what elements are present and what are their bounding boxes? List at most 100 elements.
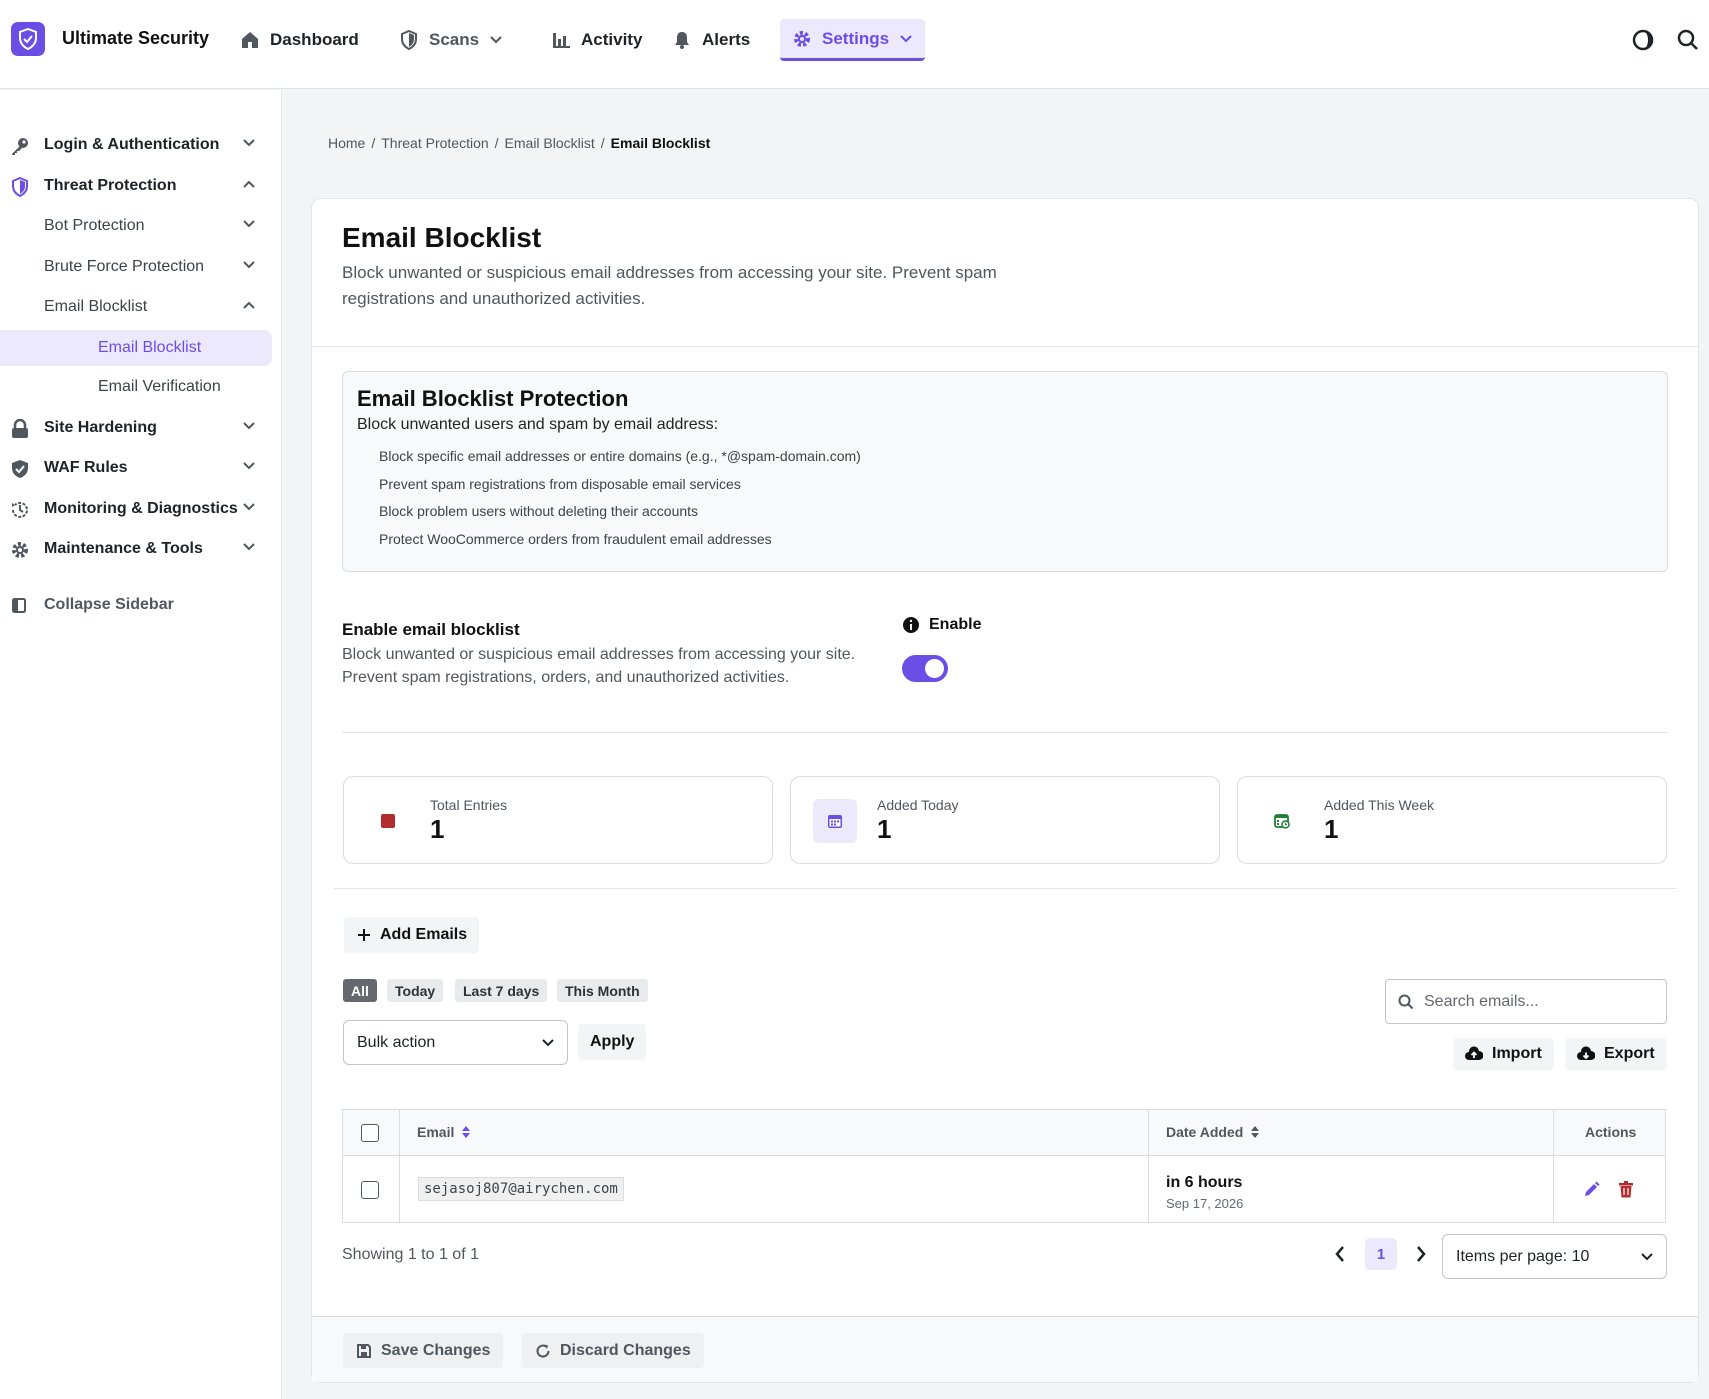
stat-label: Added Today: [877, 797, 959, 813]
enable-blocklist-toggle[interactable]: [902, 655, 948, 682]
sidebar-item-label: Email Verification: [98, 378, 221, 395]
sidebar-item-label: Login & Authentication: [44, 136, 220, 153]
items-per-page-select[interactable]: Items per page: 10: [1442, 1234, 1667, 1279]
search-icon: [1398, 994, 1414, 1010]
edit-icon[interactable]: [1583, 1181, 1600, 1198]
nav-settings[interactable]: Settings: [780, 19, 926, 61]
page-description: Block unwanted or suspicious email addre…: [342, 263, 997, 308]
sidebar-item-brute-force[interactable]: Brute Force Protection: [0, 249, 272, 285]
page-number-button[interactable]: 1: [1365, 1238, 1397, 1270]
card-footer: [312, 1316, 1698, 1382]
top-bar: Ultimate Security Dashboard Scans Activi…: [0, 0, 1709, 89]
filter-all[interactable]: All: [343, 979, 377, 1002]
square-icon: [366, 799, 410, 843]
sidebar-item-waf-rules[interactable]: WAF Rules: [0, 450, 272, 486]
chevron-left-icon[interactable]: [1334, 1245, 1346, 1263]
sidebar-item-site-hardening[interactable]: Site Hardening: [0, 410, 272, 446]
sidebar-item-label: WAF Rules: [44, 459, 128, 476]
import-label: Import: [1492, 1045, 1542, 1062]
stat-value: 1: [1324, 814, 1339, 844]
chevron-down-icon: [541, 1038, 555, 1048]
row-checkbox[interactable]: [361, 1181, 379, 1199]
chevron-right-icon[interactable]: [1415, 1245, 1427, 1263]
toggle-knob: [925, 659, 944, 678]
home-icon: [240, 30, 260, 50]
sidebar-collapse-icon: [10, 596, 28, 614]
nav-activity[interactable]: Activity: [539, 19, 654, 61]
breadcrumb-email-blocklist-group[interactable]: Email Blocklist: [505, 135, 595, 151]
sidebar-item-login[interactable]: Login & Authentication: [0, 127, 272, 163]
discard-changes-label: Discard Changes: [560, 1341, 691, 1359]
bulk-action-value: Bulk action: [357, 1033, 436, 1051]
delete-icon[interactable]: [1618, 1181, 1634, 1198]
nav-alerts[interactable]: Alerts: [660, 19, 762, 61]
divider: [334, 888, 1676, 889]
breadcrumb-separator: /: [371, 135, 376, 151]
bulk-action-select[interactable]: Bulk action: [343, 1020, 568, 1065]
select-all-checkbox[interactable]: [361, 1124, 379, 1142]
enable-label-text: Enable: [929, 616, 982, 633]
filter-last-7-days[interactable]: Last 7 days: [455, 979, 548, 1002]
divider: [312, 346, 1698, 347]
nav-dashboard[interactable]: Dashboard: [228, 19, 371, 61]
column-divider: [1553, 1110, 1554, 1222]
breadcrumb: Home / Threat Protection / Email Blocklist…: [328, 135, 710, 151]
divider: [342, 732, 1668, 733]
sidebar-item-label: Email Blocklist: [44, 298, 148, 315]
column-header-email[interactable]: Email: [417, 1124, 471, 1140]
sidebar-item-bot-protection[interactable]: Bot Protection: [0, 208, 272, 244]
discard-changes-button[interactable]: Discard Changes: [522, 1333, 704, 1368]
sidebar-item-monitoring[interactable]: Monitoring & Diagnostics: [0, 491, 272, 527]
gear-icon: [792, 29, 812, 49]
info-list-item: Block problem users without deleting the…: [379, 503, 699, 519]
sort-icon: [1250, 1125, 1260, 1139]
info-icon[interactable]: [902, 616, 920, 634]
sidebar-item-email-verification[interactable]: Email Verification: [0, 369, 272, 405]
sidebar-item-email-blocklist-group[interactable]: Email Blocklist: [0, 289, 272, 325]
logo-icon[interactable]: [11, 22, 45, 56]
collapse-sidebar-button[interactable]: Collapse Sidebar: [0, 587, 272, 623]
shield-icon: [10, 177, 30, 197]
bar-chart-icon: [551, 30, 571, 50]
search-input[interactable]: [1424, 992, 1644, 1011]
sidebar-item-label: Maintenance & Tools: [44, 540, 203, 557]
sidebar-item-label: Bot Protection: [44, 217, 145, 234]
bell-icon: [672, 30, 692, 50]
breadcrumb-threat-protection[interactable]: Threat Protection: [381, 135, 488, 151]
cloud-upload-icon: [1465, 1046, 1483, 1062]
breadcrumb-current: Email Blocklist: [610, 135, 711, 151]
add-emails-button[interactable]: Add Emails: [344, 917, 480, 953]
info-list-item: Block specific email addresses or entire…: [379, 448, 861, 464]
sidebar-item-email-blocklist[interactable]: Email Blocklist: [0, 330, 272, 366]
showing-count: Showing 1 to 1 of 1: [342, 1246, 479, 1263]
search-icon[interactable]: [1677, 29, 1699, 51]
info-title: Email Blocklist Protection: [357, 386, 629, 411]
chevron-down-icon: [242, 260, 256, 270]
import-button[interactable]: Import: [1453, 1038, 1554, 1070]
filter-today[interactable]: Today: [387, 979, 444, 1002]
nav-label: Alerts: [702, 30, 751, 49]
gear-icon: [10, 540, 30, 560]
sidebar-item-maintenance[interactable]: Maintenance & Tools: [0, 531, 272, 567]
filter-this-month[interactable]: This Month: [557, 979, 648, 1002]
brand-name[interactable]: Ultimate Security: [62, 28, 209, 49]
column-header-date[interactable]: Date Added: [1166, 1124, 1260, 1140]
history-icon: [10, 500, 30, 520]
page-title: Email Blocklist: [342, 222, 542, 253]
email-table: Email Date Added Actions sejasoj807@airy…: [342, 1109, 1666, 1223]
sidebar-item-threat-protection[interactable]: Threat Protection: [0, 168, 272, 204]
save-changes-button[interactable]: Save Changes: [343, 1333, 504, 1368]
sidebar: [0, 90, 282, 1399]
theme-toggle-icon[interactable]: [1632, 29, 1654, 51]
nav-label: Settings: [822, 28, 890, 48]
column-header-label: Email: [417, 1124, 455, 1140]
cloud-download-icon: [1577, 1046, 1595, 1062]
breadcrumb-separator: /: [494, 135, 499, 151]
nav-scans[interactable]: Scans: [387, 19, 515, 61]
chevron-down-icon: [242, 138, 256, 148]
breadcrumb-home[interactable]: Home: [328, 135, 365, 151]
column-header-label: Date Added: [1166, 1124, 1244, 1140]
chevron-down-icon: [242, 502, 256, 512]
export-button[interactable]: Export: [1565, 1038, 1667, 1070]
apply-button[interactable]: Apply: [578, 1024, 647, 1060]
